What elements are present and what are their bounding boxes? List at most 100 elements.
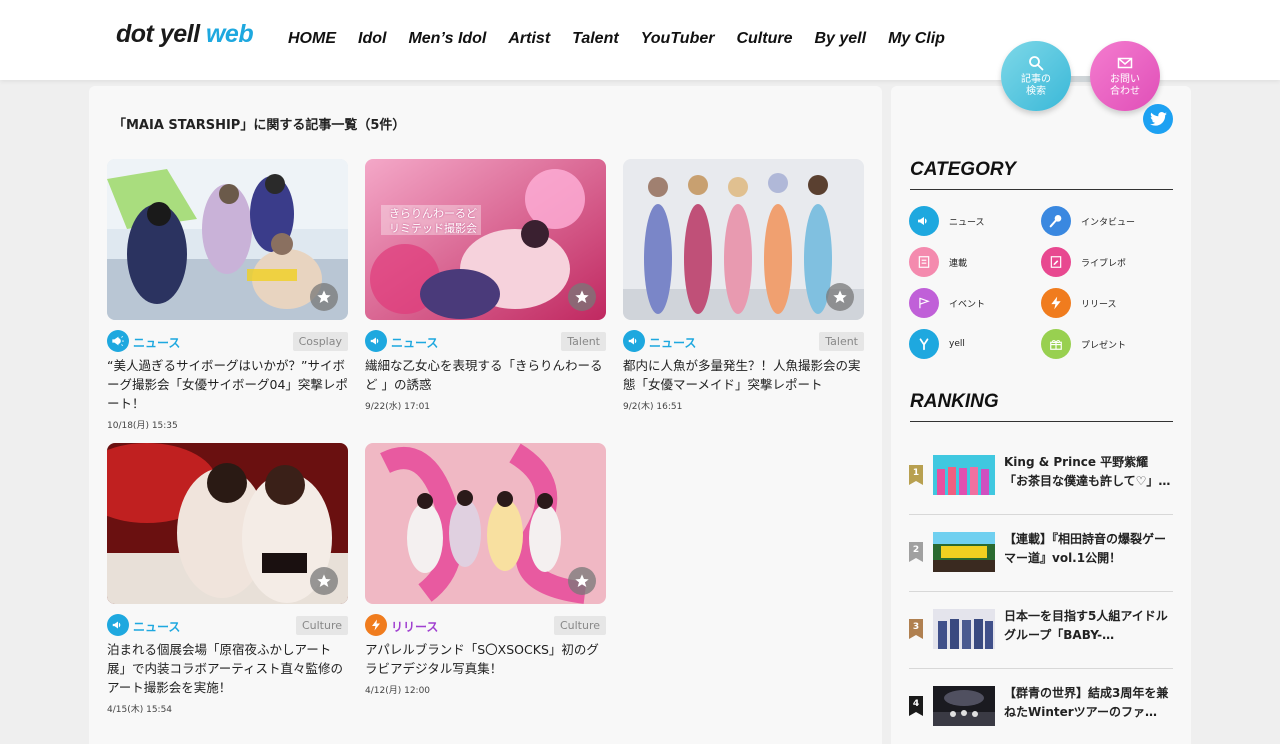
article-title[interactable]: 都内に人魚が多量発生？！人魚撮影会の実態「女優マーメイド」突撃レポート xyxy=(623,356,864,394)
category-heading: CATEGORY xyxy=(910,159,1173,190)
star-icon xyxy=(575,574,589,587)
search-label-line1: 記事の xyxy=(1021,73,1051,85)
nav-artist[interactable]: Artist xyxy=(508,30,550,48)
ranking-item[interactable]: 1 King & Prince 平野紫耀「お茶目な僕達も許して♡」… xyxy=(909,438,1173,515)
clip-button[interactable] xyxy=(310,567,338,595)
yell-logo-icon xyxy=(909,329,939,359)
ranking-thumbnail[interactable] xyxy=(933,455,995,495)
document-icon xyxy=(909,247,939,277)
nav-mens-idol[interactable]: Men’s Idol xyxy=(408,30,486,48)
ranking-thumbnail[interactable] xyxy=(933,532,995,572)
clip-button[interactable] xyxy=(568,567,596,595)
page-title: 「MAIA STARSHIP」に関する記事一覧（5件） xyxy=(113,118,406,133)
article-card[interactable]: ニュース Culture 泊まれる個展会場「原宿夜ふかしアート展」で内装コラボア… xyxy=(107,443,348,715)
clip-button[interactable] xyxy=(568,283,596,311)
category-release[interactable]: リリース xyxy=(1041,288,1117,318)
ranking-thumbnail[interactable] xyxy=(933,609,995,649)
article-search-button[interactable]: 記事の 検索 xyxy=(1001,41,1071,111)
article-title[interactable]: 繊細な乙女心を表現する「きらりんわーるど 」の誘惑 xyxy=(365,356,606,394)
thumbnail-overlay-text: きらりんわーるど リミテッド撮影会 xyxy=(389,206,477,236)
contact-label-line1: お問い xyxy=(1110,73,1140,85)
nav-talent[interactable]: Talent xyxy=(572,30,619,48)
category-yell[interactable]: yell xyxy=(909,329,965,359)
lightning-icon xyxy=(365,614,387,636)
category-label: ライブレポ xyxy=(1081,258,1127,269)
article-tag[interactable]: Cosplay xyxy=(292,332,348,351)
main-nav: HOME Idol Men’s Idol Artist Talent YouTu… xyxy=(288,30,967,48)
article-thumbnail[interactable] xyxy=(365,443,606,604)
twitter-button[interactable] xyxy=(1143,104,1173,134)
logo-text: dot yell xyxy=(116,20,200,48)
ranking-title[interactable]: 【連載】『相田詩音の爆裂ゲーマー道』vol.1公開！ xyxy=(1004,530,1172,568)
article-category[interactable]: ニュース xyxy=(133,334,180,351)
ranking-title[interactable]: 【群青の世界】結成3周年を兼ねたWinterツアーのファ… xyxy=(1004,684,1172,722)
category-news[interactable]: ニュース xyxy=(909,206,985,236)
nav-my-clip[interactable]: My Clip xyxy=(888,30,945,48)
article-category[interactable]: リリース xyxy=(391,618,438,635)
ranking-item[interactable]: 2 【連載】『相田詩音の爆裂ゲーマー道』vol.1公開！ xyxy=(909,515,1173,592)
site-header: dot yell web HOME Idol Men’s Idol Artist… xyxy=(0,0,1280,80)
category-live-report[interactable]: ライブレポ xyxy=(1041,247,1126,277)
article-title[interactable]: アパレルブランド「S〇XSOCKS」初のグラビアデジタル写真集！ xyxy=(365,640,606,678)
article-date: 4/15(木) 15:54 xyxy=(107,705,173,715)
clip-button[interactable] xyxy=(826,283,854,311)
article-category[interactable]: ニュース xyxy=(133,618,180,635)
category-label: イベント xyxy=(949,299,986,310)
article-meta: ニュース Talent xyxy=(365,330,606,352)
star-icon xyxy=(317,574,331,587)
nav-youtuber[interactable]: YouTuber xyxy=(641,30,715,48)
thumbnail-image xyxy=(933,532,995,572)
article-title[interactable]: “美人過ぎるサイボーグはいかが？”サイボーグ撮影会「女優サイボーグ04」突撃レポ… xyxy=(107,356,348,413)
rank-badge: 1 xyxy=(909,465,923,485)
star-icon xyxy=(833,290,847,303)
article-thumbnail[interactable]: きらりんわーるど リミテッド撮影会 xyxy=(365,159,606,320)
article-date: 9/22(水) 17:01 xyxy=(365,402,431,412)
nav-culture[interactable]: Culture xyxy=(736,30,792,48)
article-thumbnail[interactable] xyxy=(107,443,348,604)
nav-by-yell[interactable]: By yell xyxy=(814,30,866,48)
ranking-item[interactable]: 3 日本一を目指す5人組アイドルグループ「BABY-… xyxy=(909,592,1173,669)
search-label-line2: 検索 xyxy=(1026,85,1046,97)
article-thumbnail[interactable] xyxy=(623,159,864,320)
article-meta: ニュース Cosplay xyxy=(107,330,348,352)
thumbnail-image xyxy=(933,686,995,726)
search-icon xyxy=(1029,55,1044,70)
ranking-thumbnail[interactable] xyxy=(933,686,995,726)
category-series[interactable]: 連載 xyxy=(909,247,967,277)
article-card[interactable]: きらりんわーるど リミテッド撮影会 ニュース Talent 繊細な乙女心を表現す… xyxy=(365,159,606,412)
article-title[interactable]: 泊まれる個展会場「原宿夜ふかしアート展」で内装コラボアーティスト直々監修のアート… xyxy=(107,640,348,697)
category-label: 連載 xyxy=(949,258,968,269)
gift-icon xyxy=(1041,329,1071,359)
category-event[interactable]: イベント xyxy=(909,288,985,318)
category-interview[interactable]: インタビュー xyxy=(1041,206,1135,236)
nav-idol[interactable]: Idol xyxy=(358,30,386,48)
category-label: インタビュー xyxy=(1081,217,1136,228)
ranking-item[interactable]: 4 【群青の世界】結成3周年を兼ねたWinterツアーのファ… xyxy=(909,669,1173,744)
article-card[interactable]: ニュース Cosplay “美人過ぎるサイボーグはいかが？”サイボーグ撮影会「女… xyxy=(107,159,348,431)
article-card[interactable]: ニュース Talent 都内に人魚が多量発生？！人魚撮影会の実態「女優マーメイド… xyxy=(623,159,864,412)
article-thumbnail[interactable] xyxy=(107,159,348,320)
thumbnail-image xyxy=(933,609,995,649)
site-logo[interactable]: dot yell web xyxy=(116,20,254,49)
article-tag[interactable]: Talent xyxy=(561,332,606,351)
article-card[interactable]: リリース Culture アパレルブランド「S〇XSOCKS」初のグラビアデジタ… xyxy=(365,443,606,696)
ranking-title[interactable]: King & Prince 平野紫耀「お茶目な僕達も許して♡」… xyxy=(1004,453,1172,491)
article-tag[interactable]: Culture xyxy=(295,616,348,635)
article-category[interactable]: ニュース xyxy=(391,334,438,351)
article-date: 4/12(月) 12:00 xyxy=(365,686,431,696)
star-icon xyxy=(317,290,331,303)
megaphone-icon xyxy=(365,330,387,352)
clip-button[interactable] xyxy=(310,283,338,311)
megaphone-icon xyxy=(107,330,129,352)
article-tag[interactable]: Talent xyxy=(819,332,864,351)
article-tag[interactable]: Culture xyxy=(553,616,606,635)
thumbnail-image xyxy=(933,455,995,495)
article-meta: ニュース Talent xyxy=(623,330,864,352)
category-label: リリース xyxy=(1081,299,1117,310)
category-present[interactable]: プレゼント xyxy=(1041,329,1126,359)
article-category[interactable]: ニュース xyxy=(649,334,696,351)
ranking-title[interactable]: 日本一を目指す5人組アイドルグループ「BABY-… xyxy=(1004,607,1172,645)
button-connector xyxy=(1070,76,1091,82)
contact-button[interactable]: お問い 合わせ xyxy=(1090,41,1160,111)
nav-home[interactable]: HOME xyxy=(288,30,336,48)
